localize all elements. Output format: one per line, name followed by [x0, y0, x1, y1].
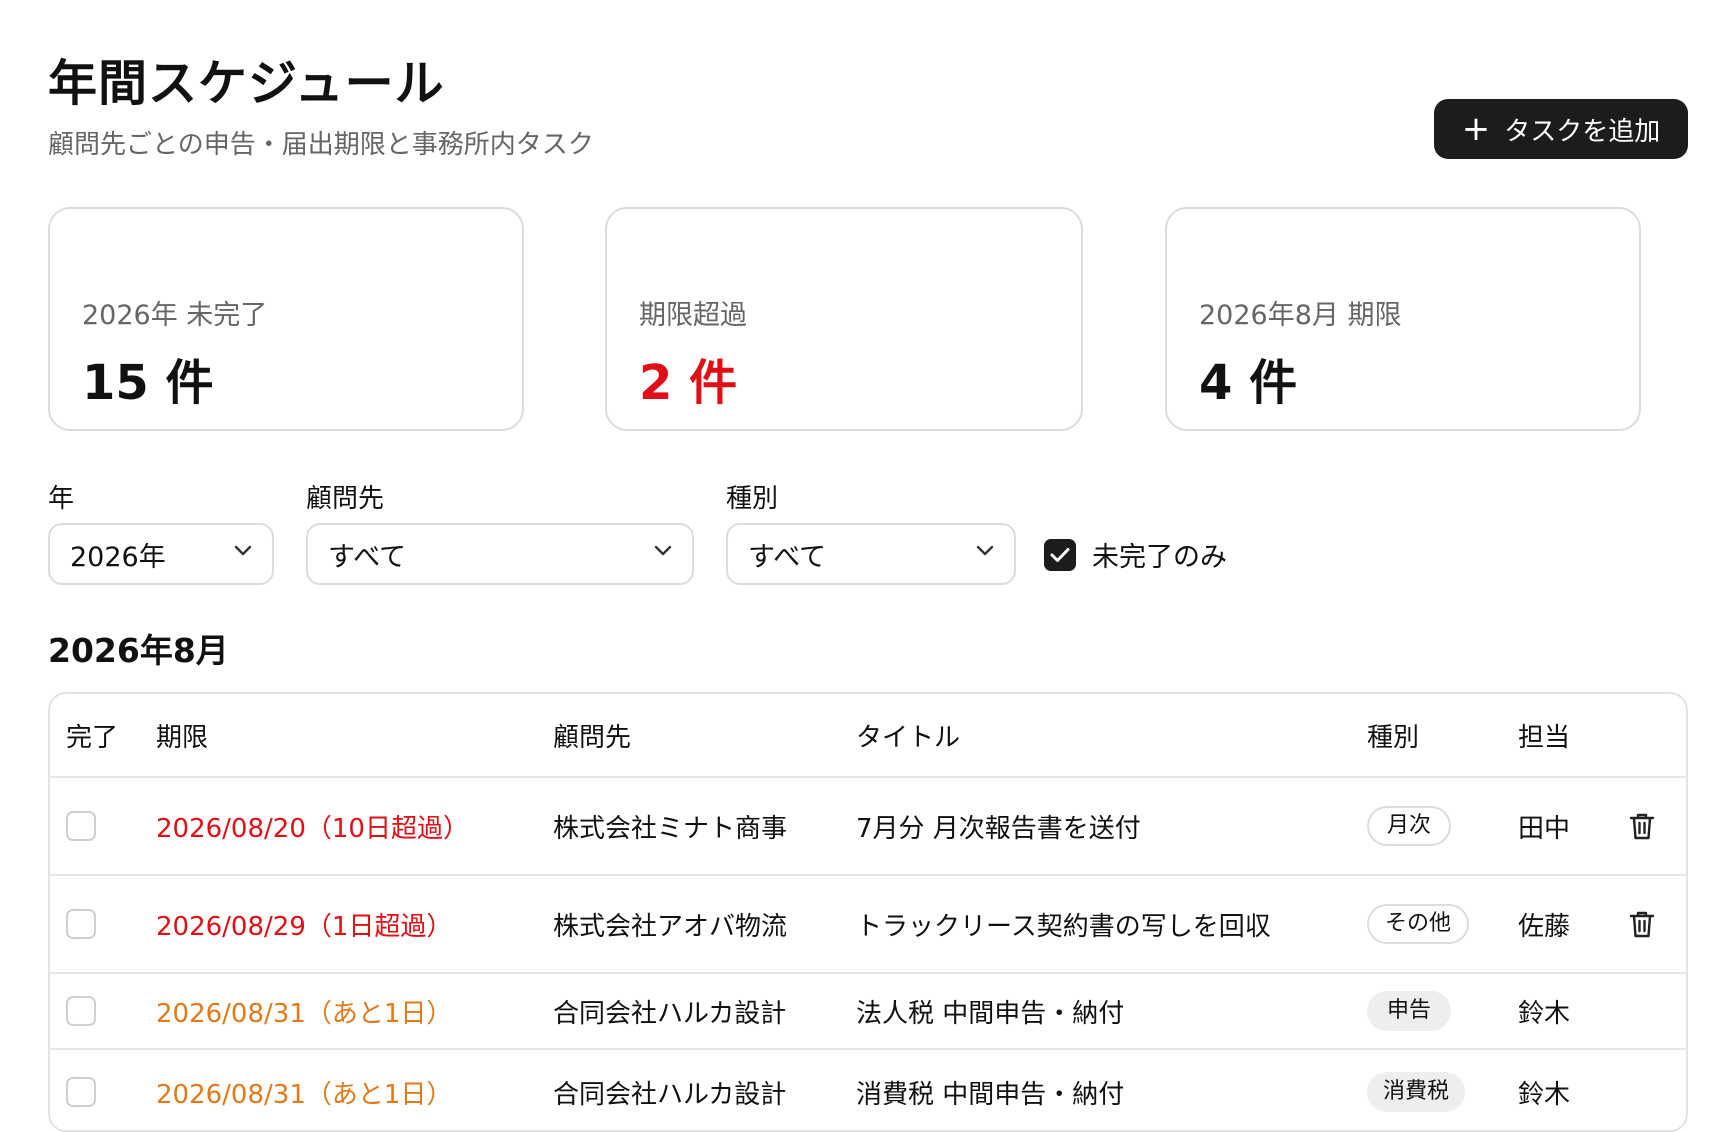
title-cell: 消費税 中間申告・納付	[856, 1079, 1125, 1110]
incomplete-only-checkbox[interactable]	[1044, 538, 1076, 571]
type-cell: 申告	[1367, 974, 1451, 1048]
trash-icon[interactable]	[1626, 810, 1658, 842]
year-filter-label: 年	[48, 484, 75, 514]
stat-value: 15 件	[82, 355, 214, 411]
type-cell: その他	[1367, 876, 1470, 972]
year-select-value: 2026年	[70, 541, 166, 573]
schedule-page: 年間スケジュール 顧問先ごとの申告・届出期限と事務所内タスク + タスクを追加 …	[48, 0, 1690, 1132]
header-type: 種別	[1367, 722, 1420, 753]
assignee-cell: 佐藤	[1518, 911, 1571, 942]
page-subtitle: 顧問先ごとの申告・届出期限と事務所内タスク	[48, 130, 594, 160]
client-cell: 合同会社ハルカ設計	[553, 1079, 787, 1110]
chevron-down-icon	[234, 545, 252, 556]
page-title: 年間スケジュール	[48, 55, 445, 112]
add-task-button[interactable]: + タスクを追加	[1434, 99, 1688, 159]
stat-card-overdue: 期限超過 2 件	[605, 207, 1083, 431]
header-done: 完了	[66, 722, 119, 753]
delete-cell	[1626, 778, 1658, 874]
done-checkbox[interactable]	[66, 996, 96, 1026]
deadline-cell: 2026/08/20（10日超過）	[156, 813, 469, 844]
type-badge: その他	[1367, 904, 1470, 944]
deadline-cell: 2026/08/29（1日超過）	[156, 911, 453, 942]
plus-icon: +	[1461, 109, 1491, 149]
type-filter-label: 種別	[726, 484, 779, 514]
task-table: 完了 期限 顧問先 タイトル 種別 担当 2026/08/20（10日超過） 株…	[48, 692, 1688, 1132]
done-cell	[66, 876, 96, 972]
header-assignee: 担当	[1518, 722, 1571, 753]
header-client: 顧問先	[553, 722, 632, 753]
chevron-down-icon	[976, 545, 994, 556]
header-title: タイトル	[856, 722, 961, 753]
table-header-row: 完了 期限 顧問先 タイトル 種別 担当	[50, 694, 1686, 778]
deadline-cell: 2026/08/31（あと1日）	[156, 998, 453, 1029]
incomplete-only-label: 未完了のみ	[1092, 542, 1227, 573]
done-cell	[66, 1050, 96, 1130]
client-cell: 株式会社ミナト商事	[553, 813, 788, 844]
client-select-value: すべて	[328, 541, 407, 573]
stat-card-incomplete: 2026年 未完了 15 件	[48, 207, 524, 431]
assignee-cell: 鈴木	[1518, 1079, 1571, 1110]
stat-label: 2026年 未完了	[82, 300, 268, 331]
type-cell: 月次	[1367, 778, 1451, 874]
stats-row: 2026年 未完了 15 件 期限超過 2 件 2026年8月 期限 4 件	[48, 207, 1690, 435]
client-cell: 合同会社ハルカ設計	[553, 998, 787, 1029]
stat-label: 2026年8月 期限	[1199, 300, 1402, 331]
check-icon	[1050, 547, 1070, 562]
assignee-cell: 鈴木	[1518, 998, 1571, 1029]
month-section-title: 2026年8月	[48, 631, 229, 670]
type-badge: 月次	[1367, 806, 1451, 846]
title-cell: トラックリース契約書の写しを回収	[856, 911, 1271, 942]
chevron-down-icon	[654, 545, 672, 556]
type-badge: 消費税	[1367, 1072, 1466, 1112]
table-row: 2026/08/31（あと1日） 合同会社ハルカ設計 法人税 中間申告・納付 申…	[50, 974, 1686, 1050]
table-row: 2026/08/20（10日超過） 株式会社ミナト商事 7月分 月次報告書を送付…	[50, 778, 1686, 876]
type-select-value: すべて	[748, 541, 827, 573]
delete-cell	[1626, 876, 1658, 972]
trash-icon[interactable]	[1626, 908, 1658, 940]
stat-label: 期限超過	[639, 300, 747, 331]
table-row: 2026/08/31（あと1日） 合同会社ハルカ設計 消費税 中間申告・納付 消…	[50, 1050, 1686, 1130]
title-cell: 法人税 中間申告・納付	[856, 998, 1125, 1029]
stat-value: 4 件	[1199, 355, 1298, 411]
client-filter-label: 顧問先	[306, 484, 385, 514]
incomplete-only-toggle[interactable]: 未完了のみ	[1044, 535, 1227, 574]
filters: 年 2026年 顧問先 すべて 種別 すべて 未完了のみ	[48, 478, 1688, 588]
done-checkbox[interactable]	[66, 909, 96, 939]
table-row: 2026/08/29（1日超過） 株式会社アオバ物流 トラックリース契約書の写し…	[50, 876, 1686, 974]
done-checkbox[interactable]	[66, 811, 96, 841]
done-cell	[66, 778, 96, 874]
client-cell: 株式会社アオバ物流	[553, 911, 788, 942]
year-select[interactable]: 2026年	[48, 523, 274, 585]
add-task-label: タスクを追加	[1504, 116, 1661, 147]
title-cell: 7月分 月次報告書を送付	[856, 813, 1141, 844]
stat-card-month-deadline: 2026年8月 期限 4 件	[1165, 207, 1641, 431]
header-deadline: 期限	[156, 722, 209, 753]
type-badge: 申告	[1367, 991, 1451, 1031]
done-checkbox[interactable]	[66, 1077, 96, 1107]
done-cell	[66, 974, 96, 1048]
client-select[interactable]: すべて	[306, 523, 694, 585]
stat-value: 2 件	[639, 355, 738, 411]
type-cell: 消費税	[1367, 1050, 1466, 1130]
assignee-cell: 田中	[1518, 813, 1571, 844]
deadline-cell: 2026/08/31（あと1日）	[156, 1079, 453, 1110]
type-select[interactable]: すべて	[726, 523, 1016, 585]
